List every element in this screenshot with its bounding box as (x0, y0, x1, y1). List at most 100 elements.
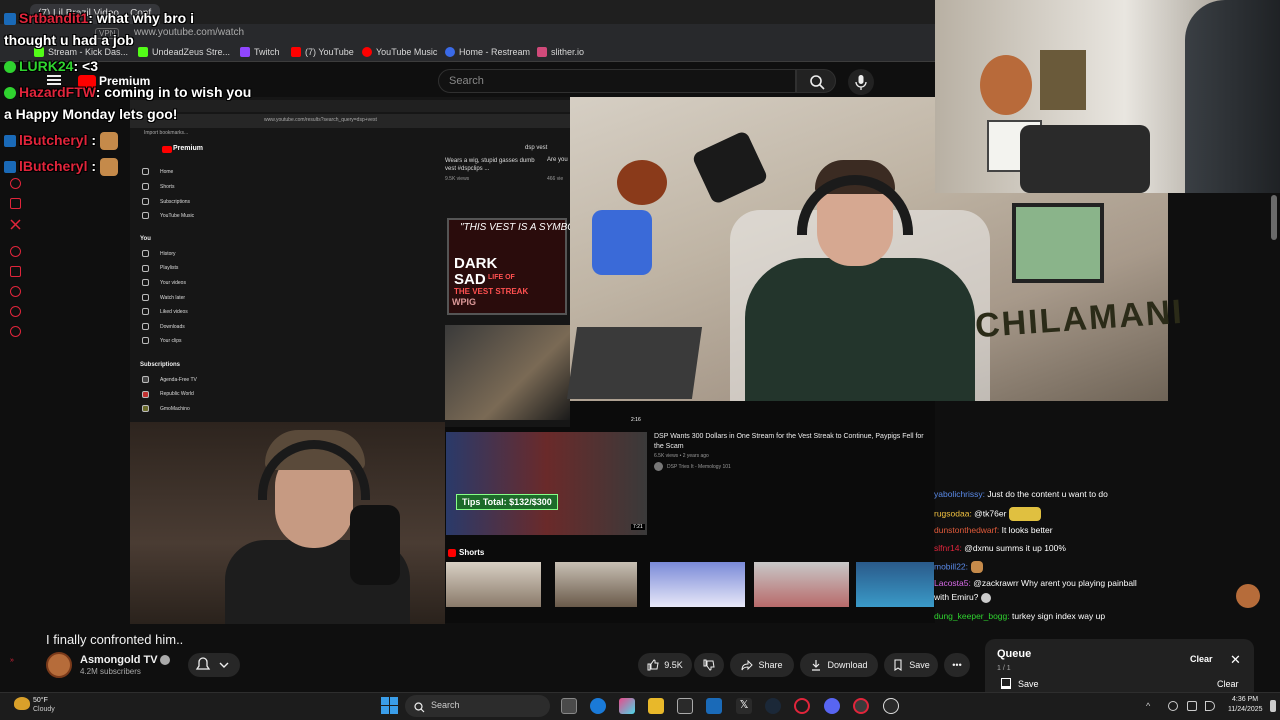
gear-icon[interactable] (10, 306, 21, 317)
channel-avatar[interactable] (46, 652, 72, 678)
queue-clear-button[interactable]: Clear (1190, 654, 1213, 664)
collapse-icon[interactable]: » (10, 657, 14, 664)
dislike-button[interactable] (694, 653, 724, 677)
verified-icon (160, 655, 170, 665)
chat-message: yabolichrissy: Just do the content u wan… (934, 489, 1108, 499)
playlist-icon (142, 265, 149, 272)
turkey-picture-frame (1012, 203, 1104, 283)
inner-channel-name: DSP Tries It - Memology 101 (667, 464, 731, 470)
notification-bell-button[interactable] (188, 653, 240, 677)
inner-youtube-logo-icon (162, 146, 172, 153)
folder-icon[interactable] (10, 266, 21, 277)
task-view-icon[interactable] (561, 698, 577, 714)
taskbar-search[interactable]: Search (405, 695, 550, 717)
inner-nav-shorts: Shorts (160, 184, 175, 190)
weather-temperature[interactable]: 50°F (33, 697, 48, 704)
clock-time[interactable]: 4:36 PM (1232, 696, 1258, 703)
inner-video-title: Are you (547, 157, 568, 163)
keyboard (566, 327, 703, 399)
short-thumbnail (446, 562, 541, 607)
opera-gx-icon[interactable] (794, 698, 810, 714)
x-app-icon[interactable]: 𝕏 (736, 698, 752, 714)
inner-you-header: You (140, 236, 151, 242)
copilot-icon[interactable] (619, 698, 635, 714)
clock-date[interactable]: 11/24/2025 (1228, 706, 1263, 713)
inner-video-title: DSP Wants 300 Dollars in One Stream for … (654, 433, 924, 450)
clock-icon[interactable] (10, 286, 21, 297)
weather-description[interactable]: Cloudy (33, 706, 55, 713)
chat-message: Lacosta5: @zackrawrr Why arent you playi… (934, 578, 1137, 588)
share-button[interactable]: Share (730, 653, 794, 677)
emote-icon (99, 132, 118, 151)
windows-start-icon[interactable] (381, 697, 398, 714)
inner-subs-header: Subscriptions (140, 362, 181, 368)
subscriber-count: 4.2M subscribers (80, 667, 141, 676)
inner-you-item: History (160, 251, 176, 257)
inner-you-item: Your clips (160, 338, 182, 344)
queue-title: Queue (997, 648, 1032, 660)
shorts-icon (448, 549, 456, 557)
store-icon[interactable] (677, 698, 693, 714)
volume-icon[interactable] (1205, 701, 1215, 711)
settings-icon[interactable] (10, 326, 21, 337)
chat-message: rugsodaa: @tk76er (934, 507, 1042, 521)
chat-message: mobill22: (934, 561, 984, 573)
voice-search-button[interactable] (848, 69, 874, 95)
queue-save-button[interactable]: Save (1018, 679, 1039, 689)
chat-message: dung_keeper_bogg: turkey sign index way … (934, 611, 1106, 621)
channel-name[interactable]: Asmongold TV (80, 654, 158, 666)
obs-icon[interactable] (853, 698, 869, 714)
discord-icon[interactable] (824, 698, 840, 714)
scrollbar[interactable] (1271, 195, 1277, 240)
short-thumbnail (650, 562, 745, 607)
share-icon (741, 659, 754, 671)
x-icon[interactable] (10, 217, 21, 230)
history-icon (142, 250, 149, 257)
steam-icon[interactable] (765, 698, 781, 714)
file-explorer-icon[interactable] (648, 698, 664, 714)
short-thumbnail (555, 562, 637, 607)
weather-icon[interactable] (14, 697, 30, 710)
kick-icon (138, 47, 148, 57)
record-icon[interactable] (10, 246, 21, 257)
thumbnail-text-sad: SAD (454, 271, 486, 288)
chevron-up-icon[interactable]: ^ (1146, 701, 1156, 711)
restream-icon (445, 47, 455, 57)
search-button[interactable] (796, 69, 836, 93)
gear-icon[interactable] (883, 698, 899, 714)
bookmark-youtube-music[interactable]: YouTube Music (362, 47, 437, 57)
bookmark-kick[interactable]: Stream - Kick Das... (34, 47, 128, 57)
megaman-figure (592, 210, 652, 275)
person (1185, 0, 1280, 193)
address-url[interactable]: www.youtube.com/watch (134, 27, 244, 38)
bookmark-restream[interactable]: Home - Restream (445, 47, 530, 57)
like-button[interactable]: 9.5K (638, 653, 692, 677)
bookmark-twitch[interactable]: Twitch (240, 47, 280, 57)
notification-icon[interactable] (1270, 700, 1276, 712)
close-icon[interactable]: ✕ (1230, 652, 1241, 668)
more-actions-button[interactable]: ••• (944, 653, 970, 677)
badge-icon (4, 161, 16, 174)
download-icon (812, 660, 821, 671)
thumbs-up-icon (647, 659, 659, 671)
sidebar-icon[interactable] (10, 178, 21, 189)
save-button[interactable]: Save (884, 653, 938, 677)
inner-you-item: Downloads (160, 324, 185, 330)
inner-sub-item: GmoMachino (160, 406, 190, 412)
inner-you-item: Playlists (160, 265, 179, 271)
channel-avatar-icon (142, 376, 149, 383)
bookmark-undeadzeus[interactable]: UndeadZeus Stre... (138, 47, 230, 57)
emote-icon (981, 592, 992, 603)
network-icon[interactable] (1187, 701, 1197, 711)
edge-icon[interactable] (590, 698, 606, 714)
bookmark-youtube[interactable]: (7) YouTube (291, 47, 354, 57)
avatar[interactable] (1236, 584, 1260, 608)
search-input[interactable]: Search (438, 69, 796, 93)
video-icon (142, 279, 149, 286)
download-button[interactable]: Download (800, 653, 878, 677)
microphone-icon[interactable] (1168, 701, 1178, 711)
queue-clear-all-button[interactable]: Clear (1217, 679, 1239, 689)
twitch-icon[interactable] (10, 198, 21, 209)
mail-icon[interactable] (706, 698, 722, 714)
bookmark-slither[interactable]: slither.io (537, 47, 584, 57)
